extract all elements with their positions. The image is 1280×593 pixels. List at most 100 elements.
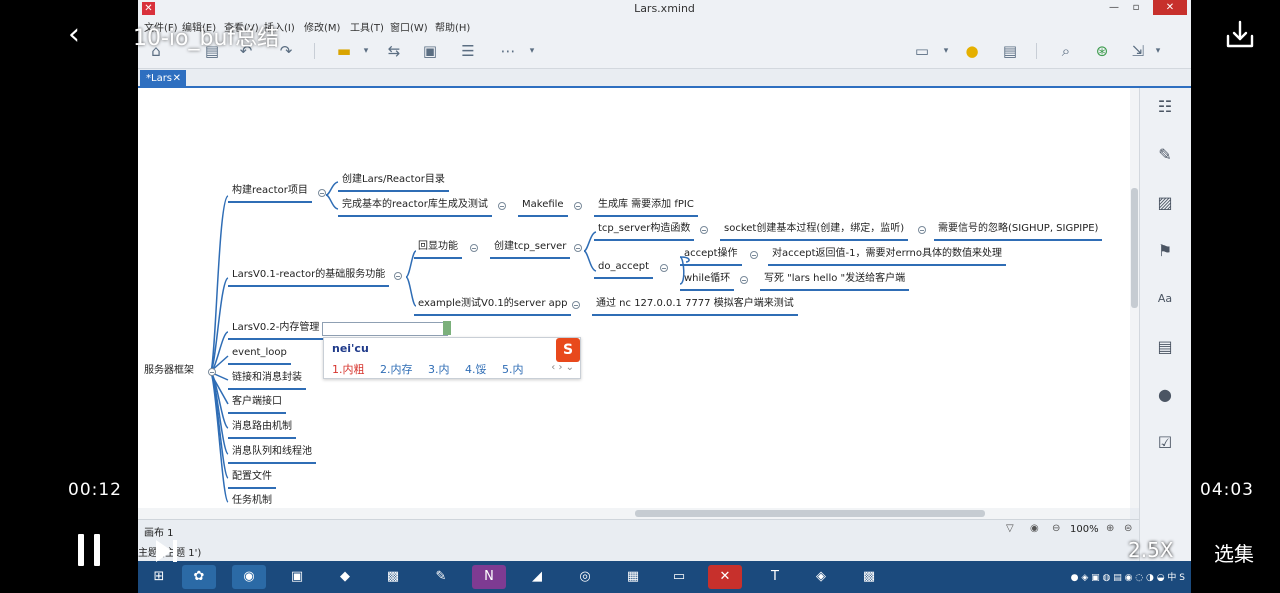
format-brush-icon[interactable]: ✎ xyxy=(1154,144,1176,166)
topic-socket-steps[interactable]: socket创建基本过程(创建，绑定，监听) xyxy=(720,222,909,241)
collapse-toggle[interactable] xyxy=(470,244,478,252)
topic-do-accept[interactable]: do_accept xyxy=(594,260,654,279)
topic-accept-op[interactable]: accept操作 xyxy=(680,247,742,266)
collapse-toggle[interactable] xyxy=(750,251,758,259)
playback-speed-button[interactable]: 2.5X xyxy=(1128,538,1174,562)
topic-makefile[interactable]: Makefile xyxy=(518,198,568,217)
task-clipboard-icon[interactable]: ☑ xyxy=(1154,432,1176,454)
chrome-icon[interactable]: ◉ xyxy=(232,565,266,589)
topic-signal-ignore[interactable]: 需要信号的忽略(SIGHUP, SIGPIPE) xyxy=(934,222,1103,241)
collapse-toggle[interactable] xyxy=(660,264,668,272)
eye-icon[interactable]: ◉ xyxy=(1030,523,1039,534)
tab-lars[interactable]: *Lars ✕ xyxy=(140,70,186,88)
topic-tasks[interactable]: 任务机制 xyxy=(228,494,276,508)
collapse-toggle[interactable] xyxy=(208,368,216,376)
outline-icon[interactable]: ☷ xyxy=(1154,96,1176,118)
topic-nc-test[interactable]: 通过 nc 127.0.0.1 7777 模拟客户端来测试 xyxy=(592,297,798,316)
xmind-taskbar-icon[interactable]: ✕ xyxy=(708,565,742,589)
ime-candidate[interactable]: 2.内存 xyxy=(380,363,413,376)
vertical-scrollbar[interactable] xyxy=(1130,88,1139,508)
topic-connection[interactable]: 链接和消息封装 xyxy=(228,371,306,390)
topic-fpic[interactable]: 生成库 需要添加 fPIC xyxy=(594,198,698,217)
right-panel-rail: ☷ ✎ ▨ ⚑ Aa ▤ ● ☑ xyxy=(1139,88,1191,561)
topic-example[interactable]: example测试V0.1的server app xyxy=(414,297,572,316)
typora-icon[interactable]: T xyxy=(758,565,792,589)
topic-echo[interactable]: 回显功能 xyxy=(414,240,462,259)
collapse-toggle[interactable] xyxy=(572,301,580,309)
current-time: 00:12 xyxy=(68,480,122,500)
vscode-icon[interactable]: ◆ xyxy=(328,565,362,589)
topic-config[interactable]: 配置文件 xyxy=(228,470,276,489)
pause-button[interactable] xyxy=(78,534,100,566)
topic-larsv02[interactable]: LarsV0.2-内存管理 xyxy=(228,321,324,340)
edit-confirm-icon[interactable] xyxy=(443,321,451,335)
collapse-toggle[interactable] xyxy=(740,276,748,284)
ime-candidate[interactable]: 4.馁 xyxy=(465,363,487,376)
goland-icon[interactable]: ▩ xyxy=(376,565,410,589)
back-icon[interactable]: ‹ xyxy=(68,18,92,52)
ime-candidate[interactable]: 5.内 xyxy=(502,363,524,376)
marker-flag-icon[interactable]: ⚑ xyxy=(1154,240,1176,262)
collapse-toggle[interactable] xyxy=(318,189,326,197)
download-icon[interactable] xyxy=(1224,18,1256,52)
topic-client-api[interactable]: 客户端接口 xyxy=(228,395,286,414)
system-tray-icons[interactable]: ● ◈ ▣ ◍ ▤ ◉ ◌ ◑ ◒ 中 S xyxy=(1071,570,1185,583)
topic-statusbar: 主题 (主题 1') xyxy=(138,539,1191,561)
collapse-toggle[interactable] xyxy=(700,226,708,234)
comments-icon[interactable]: ● xyxy=(1154,384,1176,406)
collapse-toggle[interactable] xyxy=(394,272,402,280)
topic-while-loop[interactable]: while循环 xyxy=(680,272,735,291)
filter-icon[interactable]: ▽ xyxy=(1006,523,1014,534)
mindmap-canvas[interactable]: 服务器框架 构建reactor项目 创建Lars/Reactor目录 完成基本的… xyxy=(138,88,1130,508)
ime-candidate[interactable]: 3.内 xyxy=(428,363,450,376)
video-title: 10-io_buf总结 xyxy=(133,26,280,51)
ime-candidates: 1.内粗 2.内存 3.内 4.馁 5.内 xyxy=(332,361,536,377)
tab-close-icon[interactable]: ✕ xyxy=(173,70,181,88)
notes-icon[interactable]: ▤ xyxy=(1154,336,1176,358)
taskbar-app-icon[interactable]: ◢ xyxy=(520,565,554,589)
topic-write-hello[interactable]: 写死 "lars hello "发送给客户端 xyxy=(760,272,910,291)
vertical-scroll-thumb[interactable] xyxy=(1131,188,1138,308)
windows-start-icon[interactable]: ⊞ xyxy=(142,565,176,589)
text-style-icon[interactable]: Aa xyxy=(1154,288,1176,310)
topic-larsv01[interactable]: LarsV0.1-reactor的基础服务功能 xyxy=(228,268,390,287)
sogou-logo-icon: S xyxy=(556,338,580,362)
topic-edit-input[interactable] xyxy=(322,322,448,336)
collapse-toggle[interactable] xyxy=(918,226,926,234)
horizontal-scroll-thumb[interactable] xyxy=(635,510,985,517)
topic-routing[interactable]: 消息路由机制 xyxy=(228,420,296,439)
topic-tcp-ctor[interactable]: tcp_server构造函数 xyxy=(594,222,695,241)
file-explorer-icon[interactable]: ▭ xyxy=(662,565,696,589)
taskbar-app-icon[interactable]: ▩ xyxy=(852,565,886,589)
topic-reactor-lib[interactable]: 完成基本的reactor库生成及测试 xyxy=(338,198,492,217)
topic-build-reactor[interactable]: 构建reactor项目 xyxy=(228,184,312,203)
progress-handle[interactable] xyxy=(200,476,213,504)
fit-icon[interactable]: ⊜ xyxy=(1124,523,1132,534)
statusbar: 画布 1 ▽ ◉ ⊖ 100% ⊕ ⊜ xyxy=(138,519,1191,539)
taskbar-app-icon[interactable]: ▦ xyxy=(616,565,650,589)
zoom-out-icon[interactable]: ⊖ xyxy=(1052,523,1060,534)
ime-candidate[interactable]: 1.内粗 xyxy=(332,363,365,376)
taskbar-app-icon[interactable]: ◎ xyxy=(568,565,602,589)
collapse-toggle[interactable] xyxy=(574,244,582,252)
zoom-in-icon[interactable]: ⊕ xyxy=(1106,523,1114,534)
onenote-icon[interactable]: N xyxy=(472,565,506,589)
ime-page-nav-icon[interactable]: ‹ › ⌄ xyxy=(551,362,574,373)
topic-accept-error[interactable]: 对accept返回值-1，需要对errno具体的数值来处理 xyxy=(768,247,1006,266)
topic-event-loop[interactable]: event_loop xyxy=(228,346,291,365)
next-episode-icon[interactable] xyxy=(152,537,180,565)
taskbar-app-icon[interactable]: ✿ xyxy=(182,565,216,589)
collapse-toggle[interactable] xyxy=(574,202,582,210)
image-icon[interactable]: ▨ xyxy=(1154,192,1176,214)
taskbar-app-icon[interactable]: ▣ xyxy=(280,565,314,589)
collapse-toggle[interactable] xyxy=(498,202,506,210)
root-topic[interactable]: 服务器框架 xyxy=(140,364,198,381)
horizontal-scrollbar[interactable] xyxy=(138,508,1130,519)
topic-create-tcp-server[interactable]: 创建tcp_server xyxy=(490,240,571,259)
episodes-button[interactable]: 选集 xyxy=(1214,538,1254,567)
topic-create-dir[interactable]: 创建Lars/Reactor目录 xyxy=(338,173,449,192)
desktop-capture: ✕ Lars.xmind — ▫ ✕ 文件(F) 编辑(E) 查看(V) 插入(… xyxy=(138,0,1191,593)
taskbar-app-icon[interactable]: ◈ xyxy=(804,565,838,589)
topic-queue-threadpool[interactable]: 消息队列和线程池 xyxy=(228,445,316,464)
paint-icon[interactable]: ✎ xyxy=(424,565,458,589)
